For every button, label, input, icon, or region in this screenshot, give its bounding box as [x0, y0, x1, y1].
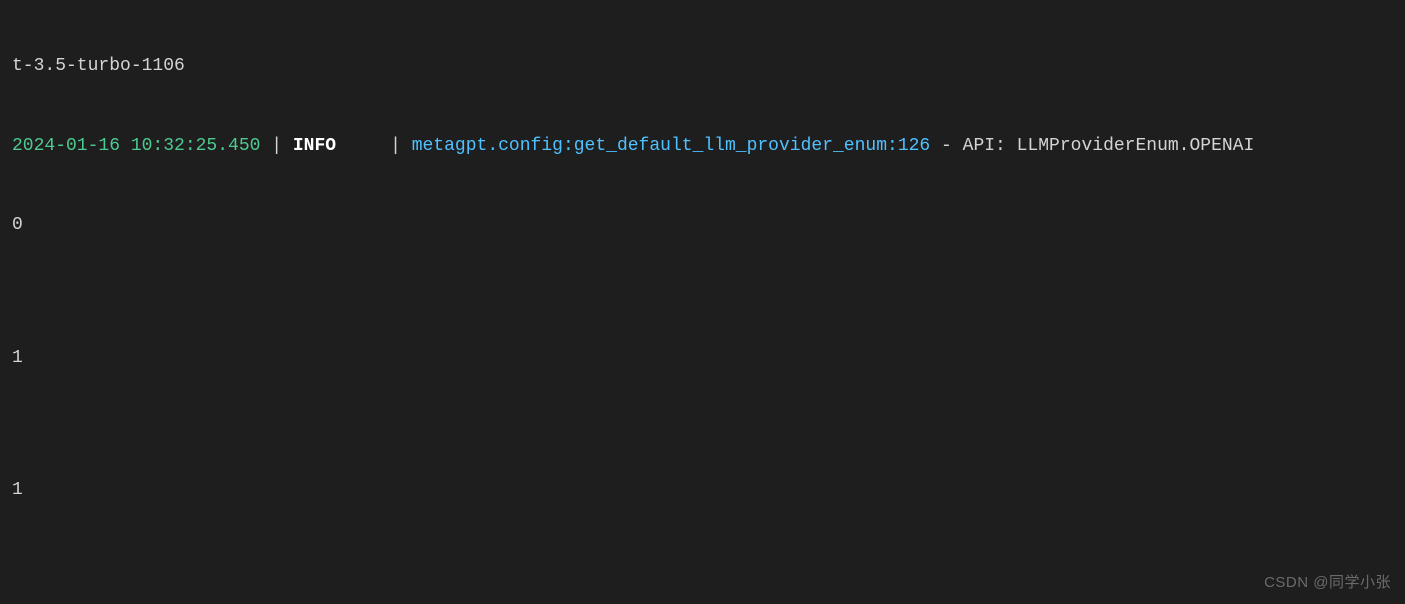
log-level: INFO	[293, 136, 336, 156]
terminal-output[interactable]: t-3.5-turbo-1106 2024-01-16 10:32:25.450…	[0, 0, 1405, 604]
log-message: LLMProviderEnum.OPENAI	[1017, 136, 1255, 156]
output-line: 1	[12, 345, 1393, 372]
timestamp: 2024-01-16 10:32:25.450	[12, 136, 260, 156]
log-function: get_default_llm_provider_enum	[574, 136, 887, 156]
log-line-1: 2024-01-16 10:32:25.450 | INFO | metagpt…	[12, 133, 1393, 160]
log-partial-line: t-3.5-turbo-1106	[12, 53, 1393, 80]
output-line: 1	[12, 477, 1393, 504]
output-line: 0	[12, 212, 1393, 239]
log-lineno: 126	[898, 136, 930, 156]
log-module: metagpt.config	[412, 136, 563, 156]
